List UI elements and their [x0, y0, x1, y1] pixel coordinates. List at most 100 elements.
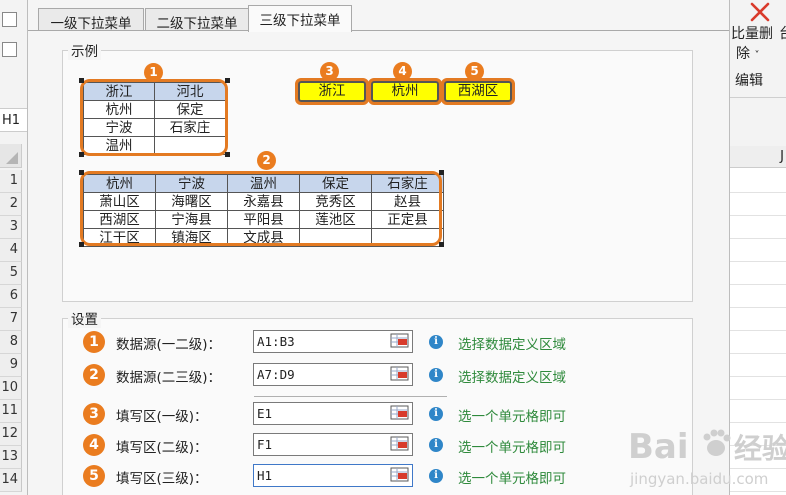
table-row: 西湖区 宁海县 平阳县 莲池区 正定县 [83, 210, 444, 229]
sheet-gridline [730, 215, 786, 216]
row-header[interactable]: 9 [0, 354, 22, 377]
selection-handle [225, 152, 230, 157]
setting-label: 数据源(二三级)： [116, 370, 222, 386]
range-input-3[interactable]: E1 [253, 402, 413, 425]
ribbon-delete-suffix[interactable]: 除 ˅ [736, 43, 759, 63]
table-row: 杭州 保定 [83, 100, 226, 119]
ribbon-checkbox[interactable] [2, 42, 17, 57]
table-row: 温州 [83, 136, 226, 155]
delete-suffix-text: 除 [736, 46, 750, 62]
table-cell: 文成县 [227, 228, 300, 247]
range-input-4[interactable]: F1 [253, 433, 413, 456]
ribbon-batch-delete-label[interactable]: 比量删 [731, 23, 773, 43]
row-header[interactable]: 13 [0, 446, 22, 469]
sheet-gridline [730, 192, 786, 193]
row-header[interactable]: 4 [0, 239, 22, 262]
setting-badge-2: 2 [83, 364, 105, 386]
sample-legend: 示例 [68, 40, 101, 60]
row-header[interactable]: 12 [0, 423, 22, 446]
badge-4: 4 [393, 62, 412, 81]
range-picker-icon[interactable] [390, 466, 410, 484]
table-cell: 竞秀区 [299, 192, 372, 211]
row-header[interactable]: 8 [0, 331, 22, 354]
tab-underline [28, 30, 729, 31]
table-header-cell: 温州 [227, 174, 300, 193]
setting-hint: 选一个单元格即可 [458, 471, 566, 487]
table-cell: 温州 [83, 136, 155, 155]
range-input-2[interactable]: A7:D9 [253, 363, 413, 386]
selection-handle [225, 78, 230, 83]
range-input-5[interactable]: H1 [253, 464, 413, 487]
ribbon-extra-label[interactable]: 台 [779, 23, 786, 43]
fill-cell-level2: 杭州 [369, 79, 441, 104]
dropdown-menu-dialog: 一级下拉菜单 二级下拉菜单 三级下拉菜单 示例 浙江 河北 杭州 保定 宁波 石… [27, 0, 786, 495]
sheet-gridline [730, 353, 786, 354]
info-icon: i [429, 438, 443, 452]
selection-handle [439, 170, 444, 175]
info-icon: i [429, 407, 443, 421]
sheet-gridline [730, 376, 786, 377]
info-icon: i [429, 335, 443, 349]
badge-1: 1 [144, 63, 163, 82]
ribbon-group-edit: 编辑 [735, 73, 763, 89]
delete-x-icon [750, 2, 770, 22]
row-header[interactable]: 2 [0, 193, 22, 216]
table-cell [299, 228, 372, 247]
badge-3: 3 [320, 62, 339, 81]
selection-handle [79, 152, 84, 157]
sheet-gridline [730, 330, 786, 331]
setting-hint: 选择数据定义区域 [458, 370, 566, 386]
row-header[interactable]: 10 [0, 377, 22, 400]
sample-table-level12: 浙江 河北 杭州 保定 宁波 石家庄 温州 [83, 82, 226, 155]
range-picker-icon[interactable] [390, 332, 410, 350]
sheet-gridline [730, 399, 786, 400]
tab-level3-dropdown[interactable]: 三级下拉菜单 [248, 5, 352, 32]
ribbon-divider [730, 97, 786, 98]
table-cell: 保定 [154, 100, 226, 119]
range-picker-icon[interactable] [390, 365, 410, 383]
badge-5: 5 [465, 62, 484, 81]
row-header[interactable]: 6 [0, 285, 22, 308]
watermark-brand: Bai [628, 427, 689, 467]
sheet-gridline [730, 261, 786, 262]
watermark-suffix: 经验 [734, 432, 786, 465]
table-cell: 永嘉县 [227, 192, 300, 211]
column-header-j[interactable]: J [730, 146, 786, 168]
setting-badge-3: 3 [83, 403, 105, 425]
table-cell: 西湖区 [83, 210, 156, 229]
table-cell: 镇海区 [155, 228, 228, 247]
row-header[interactable]: 11 [0, 400, 22, 423]
fill-cell-level3: 西湖区 [442, 79, 514, 104]
row-header[interactable]: 1 [0, 170, 22, 193]
chevron-down-icon: ˅ [754, 50, 760, 61]
setting-badge-5: 5 [83, 465, 105, 487]
selection-handle [79, 78, 84, 83]
tab-level1-dropdown[interactable]: 一级下拉菜单 [38, 8, 144, 32]
table-cell: 杭州 [83, 100, 155, 119]
sheet-gridline [730, 284, 786, 285]
setting-label: 数据源(一二级)： [116, 337, 222, 353]
settings-legend: 设置 [68, 308, 101, 328]
row-header[interactable]: 14 [0, 469, 22, 492]
table-row: 宁波 石家庄 [83, 118, 226, 137]
fill-cell-level1: 浙江 [296, 79, 368, 104]
row-header[interactable]: 7 [0, 308, 22, 331]
setting-label: 填写区(三级)： [116, 471, 208, 487]
table-cell: 正定县 [371, 210, 444, 229]
ribbon-checkbox[interactable] [2, 12, 17, 27]
table-cell: 莲池区 [299, 210, 372, 229]
range-picker-icon[interactable] [390, 404, 410, 422]
table-header-cell: 保定 [299, 174, 372, 193]
range-input-1[interactable]: A1:B3 [253, 330, 413, 353]
table-cell: 海曙区 [155, 192, 228, 211]
table-header-cell: 杭州 [83, 174, 156, 193]
row-header[interactable]: 3 [0, 216, 22, 239]
range-picker-icon[interactable] [390, 435, 410, 453]
table-cell: 宁海县 [155, 210, 228, 229]
row-header[interactable]: 5 [0, 262, 22, 285]
selection-handle [79, 170, 84, 175]
setting-label: 填写区(一级)： [116, 409, 208, 425]
selection-handle [439, 242, 444, 247]
tab-bar: 一级下拉菜单 二级下拉菜单 三级下拉菜单 [28, 0, 729, 32]
tab-level2-dropdown[interactable]: 二级下拉菜单 [145, 8, 249, 32]
